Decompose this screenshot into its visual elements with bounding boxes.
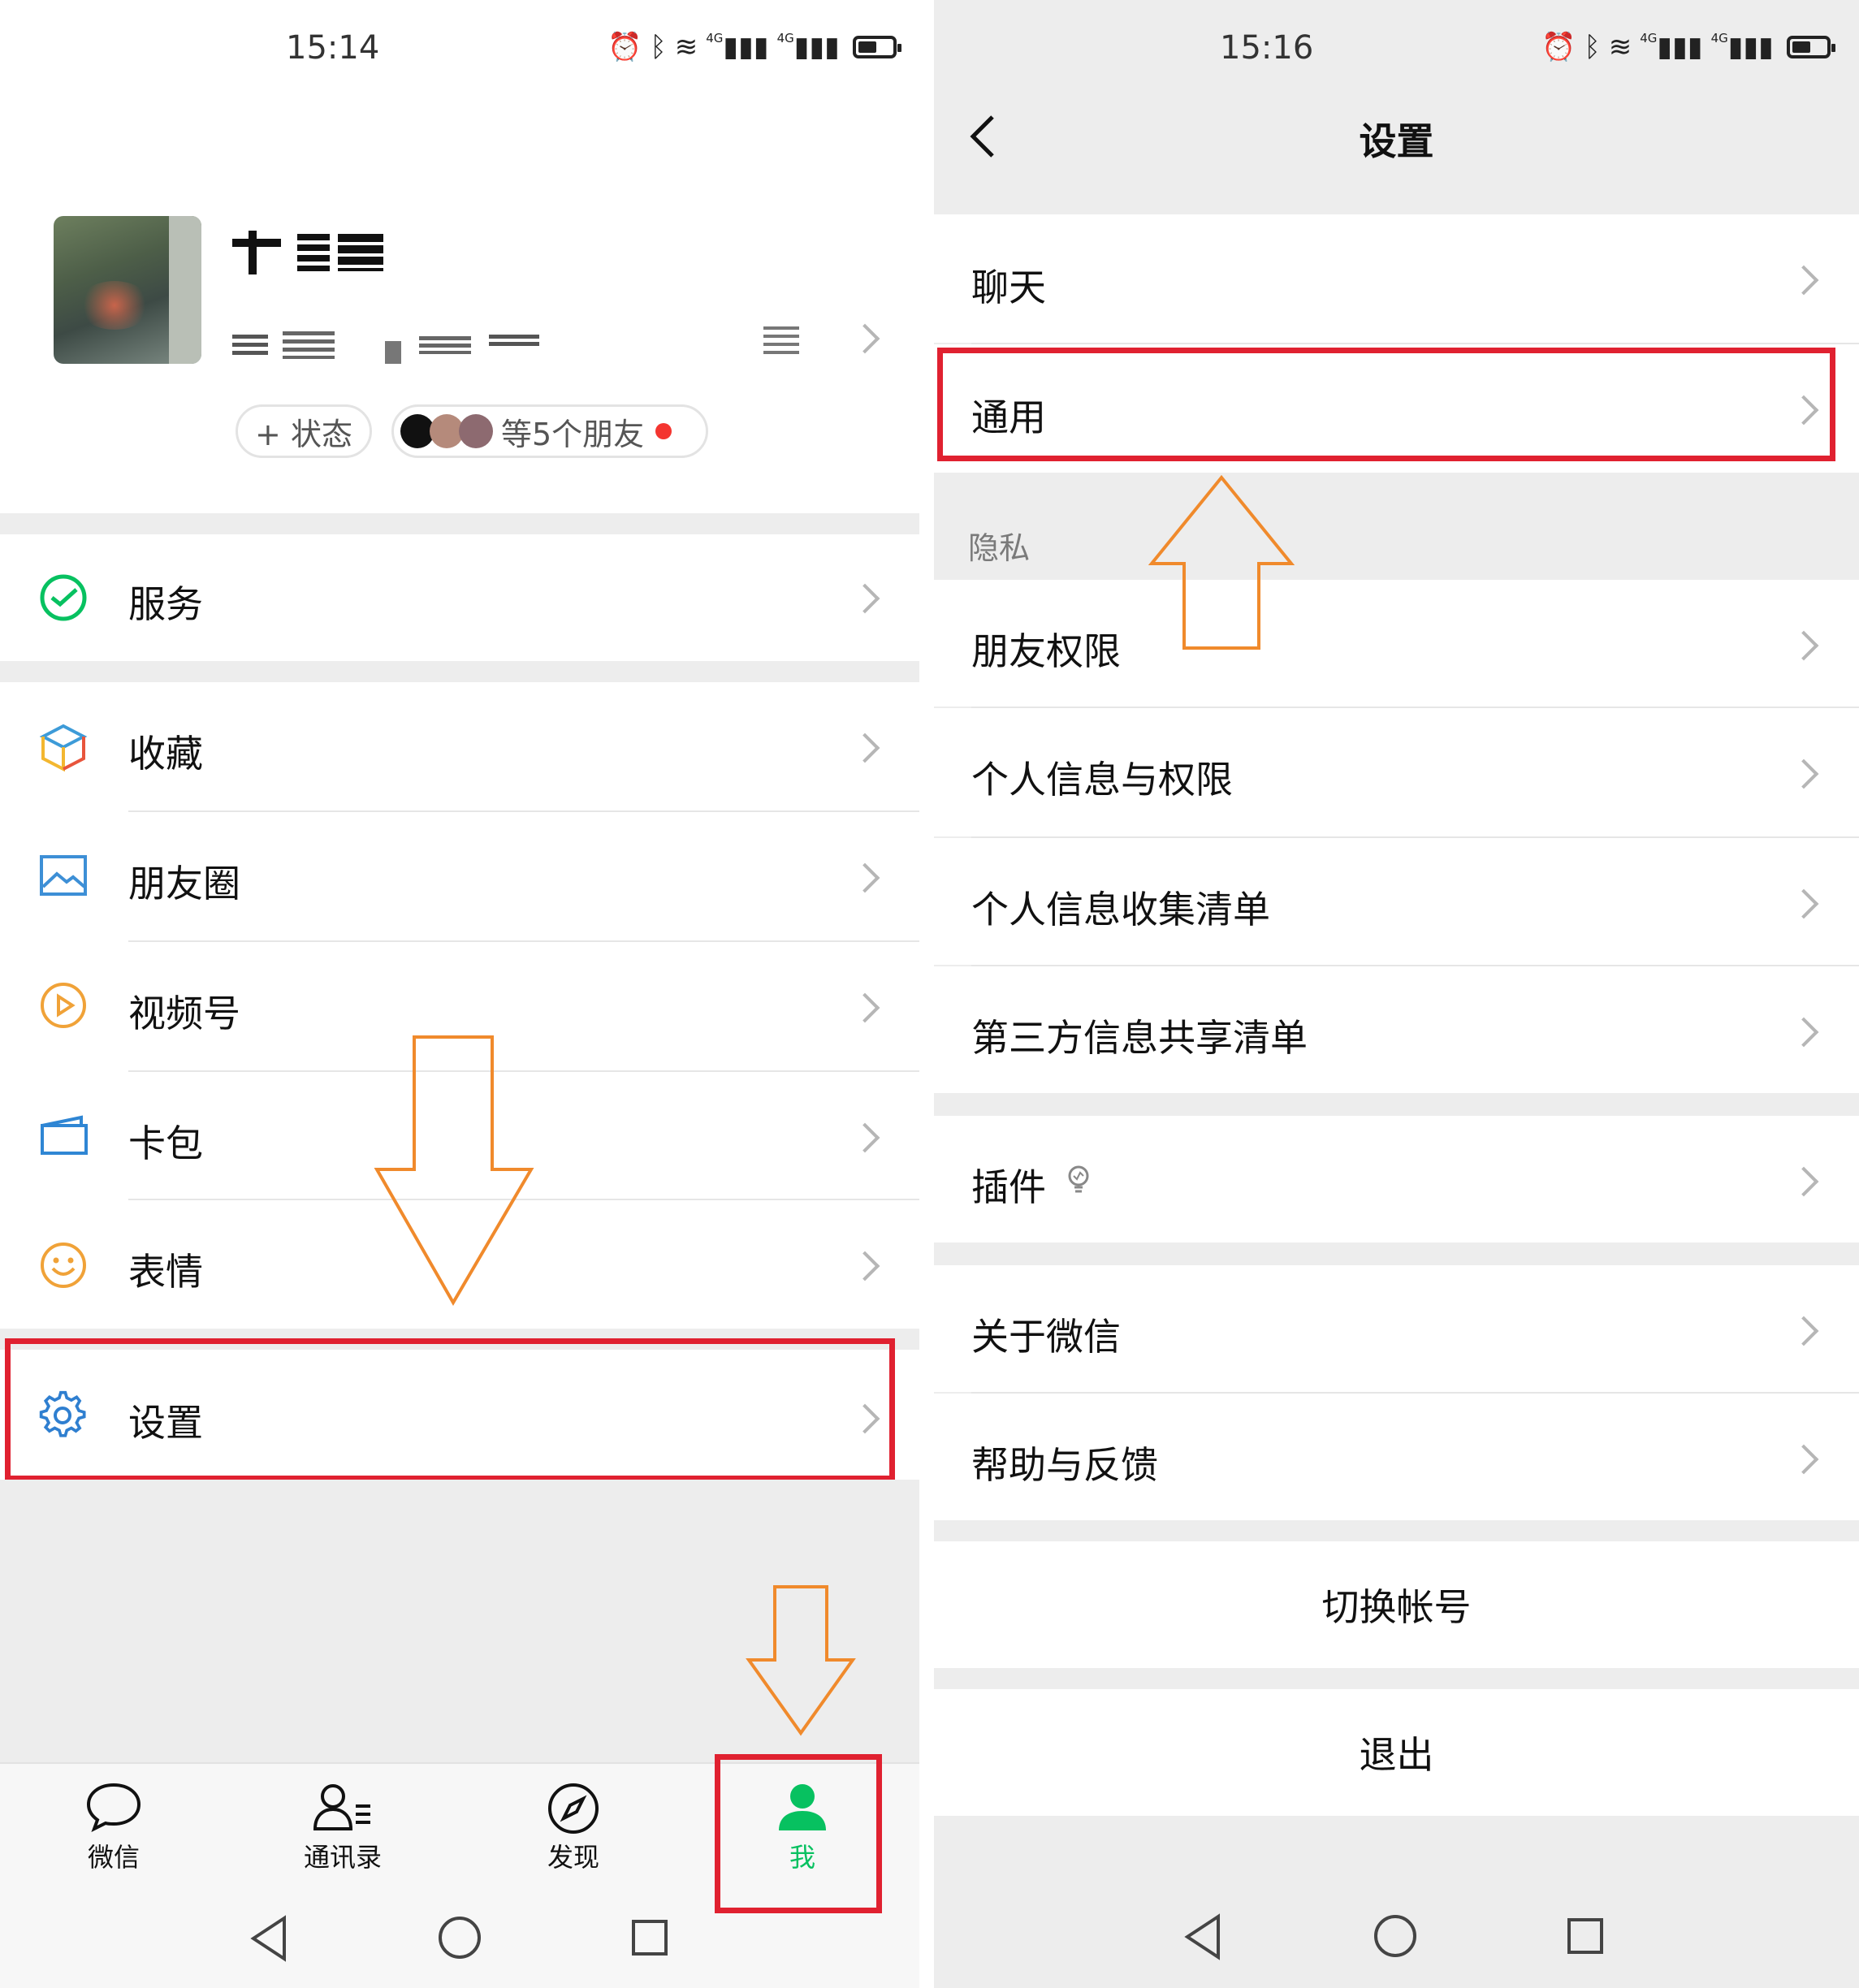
compass-icon [548, 1783, 599, 1834]
down-arrow-annotation [374, 1035, 534, 1306]
channels-play-icon [41, 983, 86, 1028]
tab-discover[interactable]: 发现 [533, 1782, 614, 1874]
home-nav-icon[interactable] [437, 1915, 482, 1960]
menu-item-favorites[interactable]: 收藏 [0, 682, 919, 810]
menu-item-service[interactable]: 服务 [0, 534, 919, 661]
chevron-right-icon [1788, 1017, 1819, 1048]
alarm-icon: ⏰ [1541, 31, 1576, 63]
wifi-icon: ≋ [674, 31, 698, 63]
cell-signal-icon: 4G▮▮▮ [1710, 31, 1774, 63]
switch-account-button[interactable]: 切换帐号 [934, 1541, 1859, 1668]
chevron-right-icon [1788, 758, 1819, 789]
cell-signal-icon: 4G▮▮▮ [1640, 31, 1703, 63]
recents-nav-icon[interactable] [1566, 1917, 1605, 1956]
wechat-id-redacted [232, 328, 541, 364]
chevron-right-icon [1788, 1166, 1819, 1197]
status-time: 15:14 [286, 29, 380, 67]
settings-item-help[interactable]: 帮助与反馈 [934, 1394, 1859, 1520]
service-icon [40, 574, 87, 621]
friends-status-chip[interactable]: 等5个朋友 [391, 404, 708, 458]
general-highlight-box [937, 348, 1835, 461]
back-nav-icon[interactable] [249, 1915, 289, 1962]
chat-bubble-icon [86, 1783, 141, 1832]
battery-icon [1786, 36, 1835, 58]
chevron-right-icon [1788, 1316, 1819, 1346]
avatar[interactable] [54, 216, 201, 364]
smiley-icon [41, 1242, 86, 1288]
down-arrow-annotation [746, 1585, 856, 1736]
qr-code-icon[interactable] [763, 326, 799, 359]
card-wallet-icon [41, 1115, 88, 1155]
section-header-privacy: 隐私 [968, 530, 1031, 566]
moments-picture-icon [40, 855, 87, 896]
bluetooth-icon: ᛒ [1584, 31, 1601, 63]
cell-signal-icon: 4G▮▮▮ [706, 31, 769, 63]
tab-contacts[interactable]: 通讯录 [294, 1782, 391, 1874]
chevron-right-icon [850, 583, 880, 614]
status-time: 15:16 [1220, 29, 1314, 67]
chevron-right-icon [1788, 265, 1819, 296]
alarm-icon: ⏰ [607, 31, 642, 63]
status-icons: ⏰ ᛒ ≋ 4G▮▮▮ 4G▮▮▮ [1541, 31, 1835, 63]
chevron-right-icon [850, 733, 880, 763]
friend-avatar [459, 414, 493, 448]
me-tab-highlight-box [715, 1754, 882, 1913]
unread-dot [655, 423, 672, 439]
page-title: 设置 [1359, 119, 1434, 163]
bottom-tab-bar: 微信 通讯录 发现 我 [0, 1754, 919, 1988]
menu-item-moments[interactable]: 朋友圈 [0, 812, 919, 940]
settings-item-personal-info-permissions[interactable]: 个人信息与权限 [934, 708, 1859, 836]
home-nav-icon[interactable] [1373, 1913, 1418, 1959]
favorites-cube-icon [39, 724, 88, 771]
bluetooth-icon: ᛒ [650, 31, 667, 63]
settings-item-plugins[interactable]: 插件 [934, 1116, 1859, 1242]
tab-chats[interactable]: 微信 [73, 1782, 154, 1874]
status-icons: ⏰ ᛒ ≋ 4G▮▮▮ 4G▮▮▮ [607, 31, 901, 63]
chevron-right-icon [850, 992, 880, 1023]
settings-item-chat[interactable]: 聊天 [934, 214, 1859, 343]
cell-signal-icon: 4G▮▮▮ [776, 31, 840, 63]
status-chip[interactable]: + 状态 [236, 404, 372, 458]
settings-highlight-box [5, 1338, 895, 1481]
chevron-right-icon [850, 1251, 880, 1281]
chevron-right-icon [1788, 1444, 1819, 1475]
settings-item-personal-info-list[interactable]: 个人信息收集清单 [934, 838, 1859, 965]
settings-screen: 15:16 ⏰ ᛒ ≋ 4G▮▮▮ 4G▮▮▮ 设置 聊天 通用 隐私 朋友权限… [934, 0, 1859, 1988]
chevron-right-icon [850, 862, 880, 893]
battery-icon [852, 36, 901, 58]
wifi-icon: ≋ [1608, 31, 1632, 63]
chevron-right-icon [850, 323, 880, 354]
recents-nav-icon[interactable] [630, 1918, 669, 1957]
back-nav-icon[interactable] [1182, 1913, 1223, 1960]
settings-item-third-party-list[interactable]: 第三方信息共享清单 [934, 966, 1859, 1093]
nickname-redacted [232, 231, 387, 274]
logout-button[interactable]: 退出 [934, 1689, 1859, 1816]
contacts-icon [313, 1784, 370, 1830]
up-arrow-annotation [1148, 474, 1295, 650]
me-tab-screen: 15:14 ⏰ ᛒ ≋ 4G▮▮▮ 4G▮▮▮ + 状态 等5个朋友 服务 收藏… [0, 0, 919, 1988]
settings-item-about[interactable]: 关于微信 [934, 1265, 1859, 1392]
settings-item-friend-permissions[interactable]: 朋友权限 [934, 580, 1859, 707]
chevron-right-icon [1788, 630, 1819, 661]
chevron-right-icon [850, 1122, 880, 1153]
lightbulb-icon [1068, 1165, 1089, 1193]
chevron-right-icon [1788, 888, 1819, 919]
